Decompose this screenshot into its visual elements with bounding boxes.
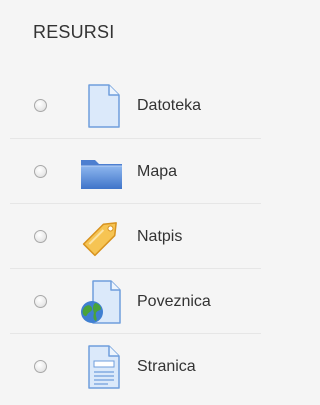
resource-option-url[interactable]: Poveznica xyxy=(0,269,271,334)
file-icon xyxy=(78,83,126,129)
url-globe-icon xyxy=(78,279,126,325)
resource-radio-page[interactable] xyxy=(34,359,47,373)
page-icon xyxy=(78,344,126,390)
resource-list: Datoteka Mapa Natpis Poveznica Stranica xyxy=(0,73,271,399)
resource-radio-file[interactable] xyxy=(34,99,47,112)
label-tag-icon xyxy=(78,214,126,260)
resource-option-folder[interactable]: Mapa xyxy=(0,139,271,204)
resource-radio-label[interactable] xyxy=(34,229,47,243)
resource-label-file: Datoteka xyxy=(137,97,202,114)
resource-radio-url[interactable] xyxy=(34,294,47,308)
resource-option-file[interactable]: Datoteka xyxy=(0,73,271,139)
resource-label-label: Natpis xyxy=(137,227,183,245)
resource-option-page[interactable]: Stranica xyxy=(0,334,271,399)
resource-option-label[interactable]: Natpis xyxy=(0,204,271,269)
folder-icon xyxy=(78,149,126,195)
resource-label-folder: Mapa xyxy=(137,162,178,180)
resource-label-url: Poveznica xyxy=(137,292,211,310)
resource-label-page: Stranica xyxy=(137,357,196,375)
resource-radio-folder[interactable] xyxy=(34,164,47,178)
resources-panel: RESURSI Datoteka Mapa Natpis Poveznica S… xyxy=(0,0,271,405)
section-heading: RESURSI xyxy=(33,22,115,42)
